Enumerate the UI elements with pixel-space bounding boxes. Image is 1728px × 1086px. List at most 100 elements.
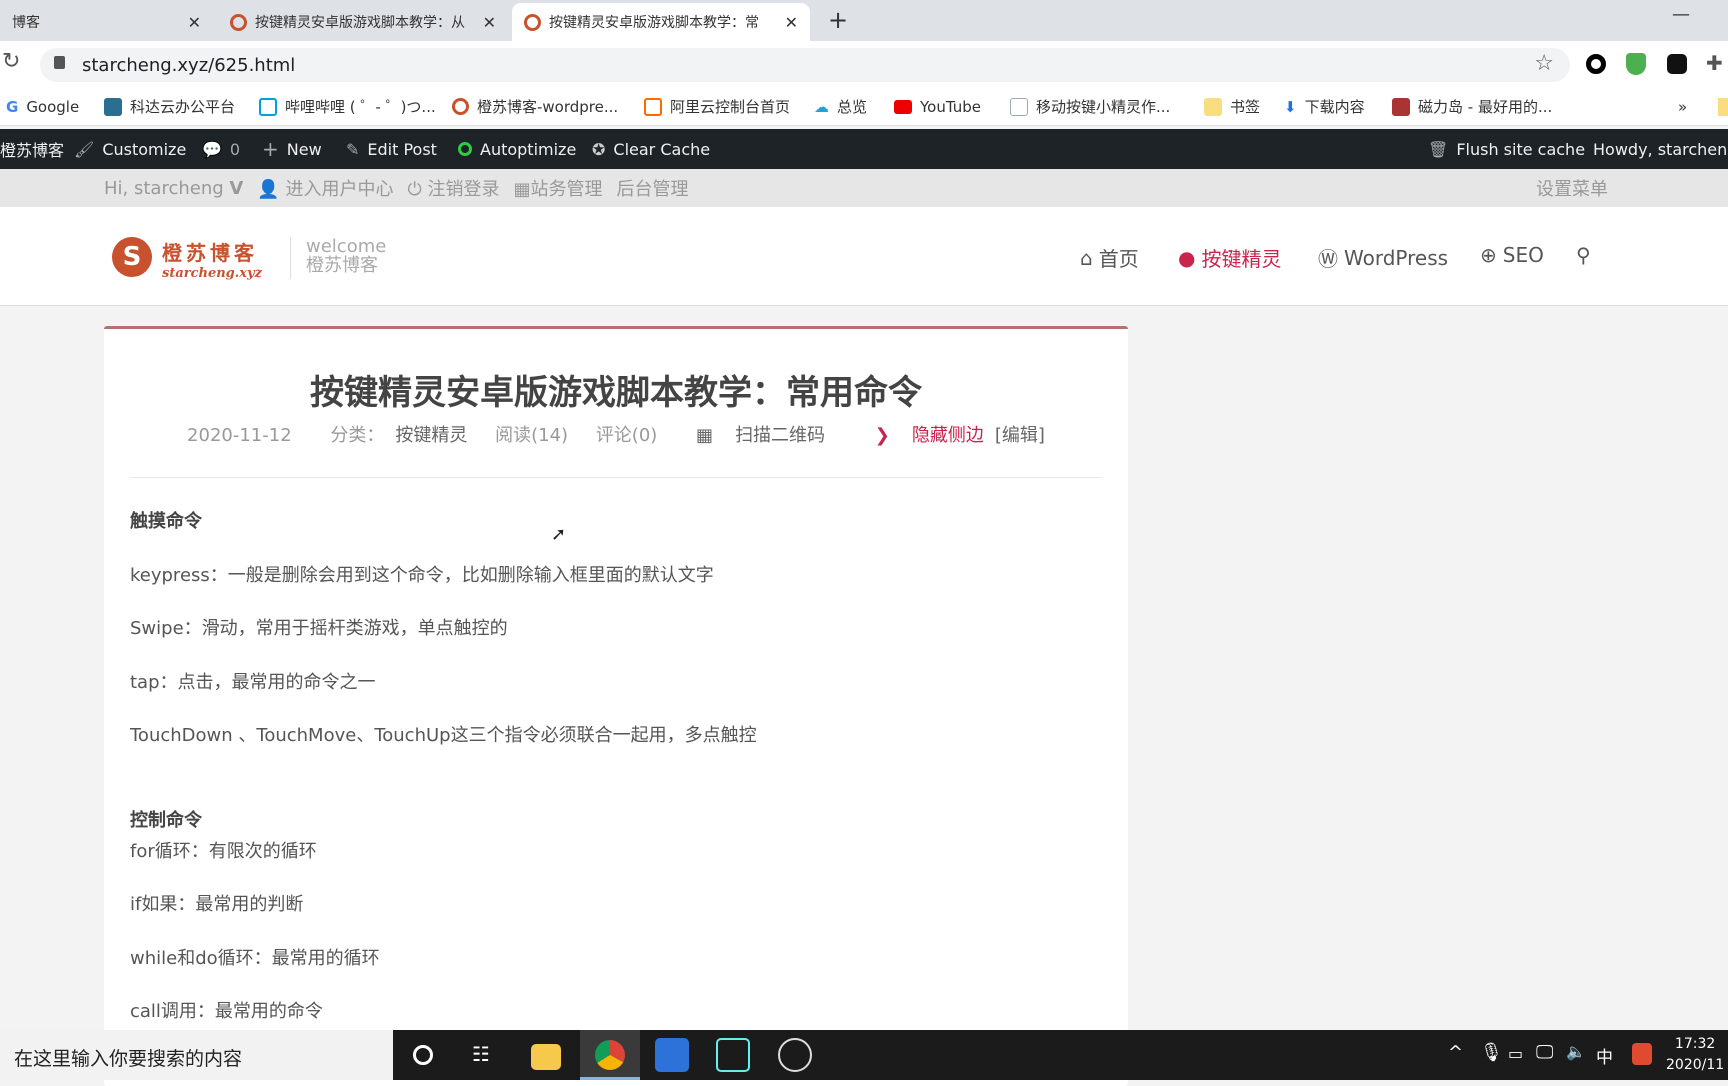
bookmark-overview[interactable]: ☁ 总览 (814, 96, 867, 117)
admin-customize[interactable]: 🖌 Customize (74, 129, 186, 169)
bookmark-youtube[interactable]: YouTube (894, 98, 981, 116)
k-logo-icon (104, 97, 122, 116)
sogou-ime-icon[interactable] (1632, 1043, 1652, 1065)
hide-sidebar-link[interactable]: ❯ 隐藏侧边 [编辑] (864, 425, 1045, 446)
battery-icon[interactable]: ▭ (1508, 1044, 1523, 1063)
site-admin-link[interactable]: ▦站务管理 (513, 175, 602, 201)
tab-label: 博客 (12, 15, 40, 31)
network-icon[interactable]: 🖵 (1536, 1042, 1553, 1063)
brush-icon: 🖌 (74, 139, 95, 159)
paragraph: if如果：最常用的判断 (130, 894, 304, 915)
cilidao-icon (1392, 97, 1410, 116)
admin-edit-post[interactable]: ✎ Edit Post (346, 129, 437, 169)
link-label: 进入用户中心 (285, 179, 394, 200)
comment-count[interactable]: 评论(0) (596, 425, 658, 446)
reload-icon[interactable]: ↻ (2, 49, 20, 74)
close-icon[interactable]: ✕ (188, 13, 201, 32)
category-link[interactable]: 按键精灵 (395, 425, 467, 446)
file-explorer-icon[interactable] (531, 1044, 561, 1070)
bookmark-label: 阿里云控制台首页 (670, 98, 791, 116)
logout-link[interactable]: ⏻ 注销登录 (407, 175, 499, 201)
admin-howdy[interactable]: Howdy, starcheng (1593, 129, 1728, 169)
clock[interactable]: 17:32 2020/11 (1666, 1034, 1724, 1076)
admin-clear-cache[interactable]: ✪ Clear Cache (592, 129, 710, 169)
task-view-icon[interactable]: ☷ (472, 1042, 490, 1066)
chrome-taskbar-button[interactable] (580, 1030, 640, 1080)
comment-icon: 💬 (202, 139, 222, 159)
logo-icon[interactable]: S (112, 237, 152, 277)
user-center-link[interactable]: 👤 进入用户中心 (257, 175, 393, 201)
close-icon[interactable]: ✕ (780, 12, 798, 32)
nav-anjian[interactable]: ● 按键精灵 (1178, 243, 1281, 272)
settings-menu-link[interactable]: 设置菜单 (1536, 169, 1608, 207)
minimize-icon[interactable]: — (1672, 4, 1690, 25)
extensions-puzzle-icon[interactable]: ✚ (1706, 51, 1723, 75)
address-bar-row: ↻ starcheng.xyz/625.html ☆ ✚ (0, 41, 1728, 88)
edit-link[interactable]: [编辑] (995, 425, 1045, 446)
tab-1[interactable]: 博客 ✕ (0, 3, 213, 41)
user-bar: Hi, starcheng V 👤 进入用户中心 ⏻ 注销登录 ▦站务管理 后台… (0, 169, 1728, 207)
bookmark-label: Google (26, 97, 80, 116)
bookmark-label: 磁力岛 - 最好用的... (1418, 98, 1553, 116)
admin-autoptimize[interactable]: Autoptimize (458, 129, 576, 169)
bookmark-bilibili[interactable]: 哔哩哔哩 ( ゜- ゜)つ... (259, 96, 436, 117)
chevron-up-icon[interactable]: ^ (1448, 1042, 1463, 1063)
obs-icon[interactable] (778, 1038, 812, 1072)
admin-new[interactable]: + New (262, 129, 322, 169)
comment-count: 0 (229, 139, 241, 159)
admin-flush-cache[interactable]: 🗑 Flush site cache (1428, 129, 1585, 169)
qrcode-link[interactable]: ▦ 扫描二维码 (685, 425, 836, 446)
bookmark-aliyun[interactable]: 阿里云控制台首页 (644, 96, 790, 117)
site-header: S 橙苏博客 starcheng.xyz welcome 橙苏博客 ⌂ 首页 ● 按… (0, 207, 1728, 306)
article-meta: 2020-11-12 分类： 按键精灵 阅读(14) 评论(0) ▦ 扫描二维码 ❯… (104, 421, 1128, 447)
bookmark-downloads[interactable]: ⬇ 下载内容 (1284, 96, 1365, 117)
paragraph: keypress：一般是删除会用到这个命令，比如删除输入框里面的默认文字 (130, 565, 714, 586)
close-icon[interactable]: ✕ (483, 13, 496, 32)
flush-label: Flush site cache (1456, 139, 1586, 159)
read-count: 阅读(14) (495, 425, 569, 446)
tampermonkey-icon[interactable] (1667, 54, 1687, 74)
tab-2[interactable]: 按键精灵安卓版游戏脚本教学：从 ✕ (218, 3, 508, 41)
anjian-app-icon[interactable] (655, 1038, 689, 1072)
admin-site-name[interactable]: 橙苏博客 (0, 129, 64, 169)
backend-link[interactable]: 后台管理 (616, 175, 688, 201)
nav-wordpress[interactable]: Ⓦ WordPress (1318, 243, 1448, 272)
search-icon[interactable]: ⚲ (1576, 243, 1591, 267)
extension-circle-icon[interactable] (1586, 54, 1606, 74)
tab-3-active[interactable]: 按键精灵安卓版游戏脚本教学：常 ✕ (512, 3, 810, 41)
folder-icon[interactable] (1718, 98, 1728, 116)
bookmark-label: 总览 (837, 98, 868, 116)
tab-label: 按键精灵安卓版游戏脚本教学：常 (549, 15, 759, 31)
nav-home[interactable]: ⌂ 首页 (1080, 243, 1139, 272)
bookmark-folder[interactable]: 书签 (1204, 96, 1260, 117)
bookmark-cilidao[interactable]: 磁力岛 - 最好用的... (1392, 96, 1552, 117)
bilibili-icon (259, 97, 277, 116)
tagline-text: 橙苏博客 (306, 255, 378, 276)
cache-icon: ✪ (592, 139, 606, 159)
volume-icon[interactable]: 🔈 (1566, 1042, 1586, 1061)
nav-label: SEO (1502, 243, 1544, 267)
tab-label: 按键精灵安卓版游戏脚本教学：从 (255, 15, 465, 31)
ime-indicator[interactable]: 中 (1596, 1043, 1613, 1068)
cortana-icon[interactable] (413, 1045, 433, 1065)
logo-text[interactable]: 橙苏博客 starcheng.xyz (162, 237, 262, 281)
microphone-icon[interactable]: 🎙 (1480, 1042, 1503, 1063)
nox-icon[interactable] (716, 1038, 750, 1072)
adguard-shield-icon[interactable] (1626, 53, 1646, 75)
bookmark-starcheng[interactable]: 橙苏博客-wordpre... (452, 96, 618, 117)
howdy-label: Howdy, starcheng (1593, 139, 1728, 159)
star-icon[interactable]: ☆ (1534, 51, 1554, 76)
home-icon: ⌂ (1080, 245, 1093, 270)
nav-seo[interactable]: ⊕ SEO (1480, 243, 1544, 267)
bookmark-mobile-anjian[interactable]: 移动按键小精灵作... (1010, 96, 1170, 117)
bookmarks-more-button[interactable]: » (1678, 98, 1687, 116)
url-input[interactable]: starcheng.xyz/625.html ☆ (40, 48, 1570, 82)
bookmark-keda[interactable]: 科达云办公平台 (104, 96, 235, 117)
admin-comments[interactable]: 💬 0 (202, 129, 240, 169)
taskbar-search-input[interactable]: 在这里输入你要搜索的内容 (0, 1030, 393, 1080)
bookmarks-bar: G Google 科达云办公平台 哔哩哔哩 ( ゜- ゜)つ... 橙苏博客-wo… (0, 88, 1728, 126)
bookmark-google[interactable]: G Google (6, 98, 79, 116)
bookmark-label: 橙苏博客-wordpre... (477, 98, 619, 116)
site-favicon-icon (230, 13, 247, 31)
new-tab-icon[interactable]: + (828, 6, 848, 34)
